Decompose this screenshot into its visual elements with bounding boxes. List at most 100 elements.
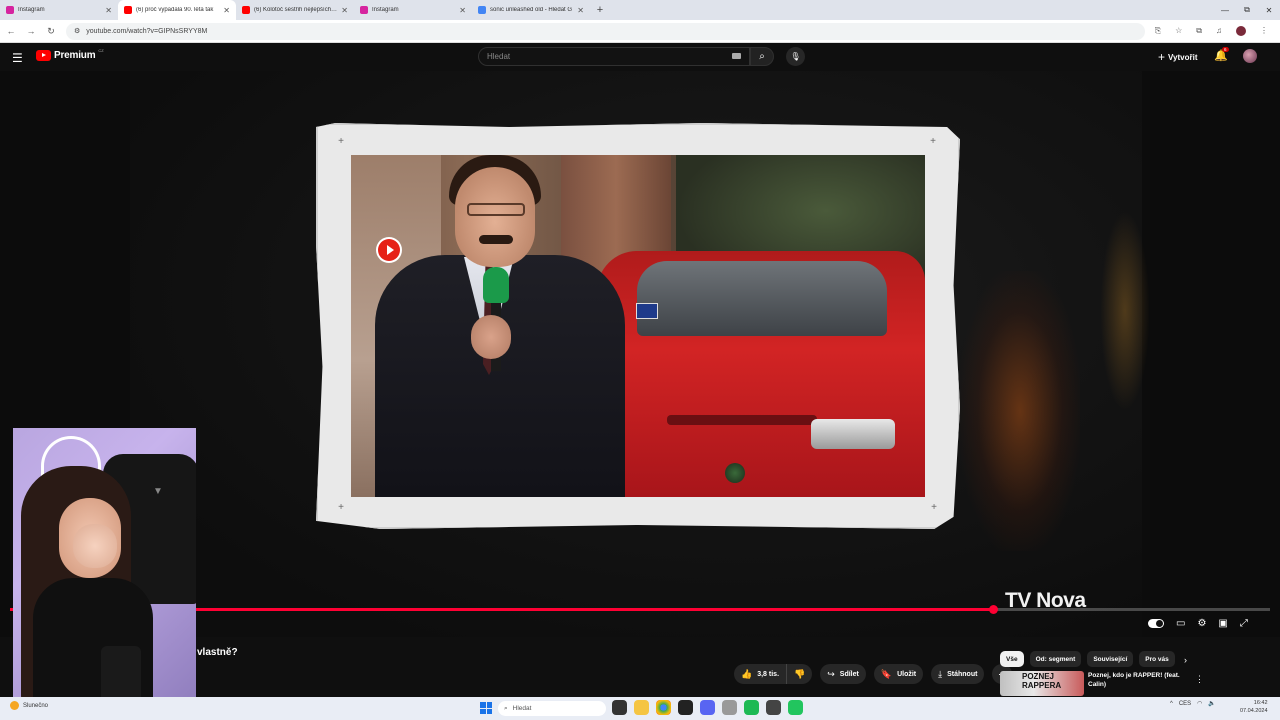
share-button[interactable]: ↪ Sdílet (820, 664, 866, 684)
settings-icon[interactable]: ⚙ (1197, 618, 1206, 629)
chrome-icon[interactable] (656, 700, 671, 715)
theater-mode-icon[interactable]: ▣ (1218, 618, 1227, 629)
reporter-glasses (467, 203, 525, 216)
voice-search-button[interactable]: 🎙 (786, 47, 805, 66)
thumbnail-text: POZNEJ RAPPERA (1022, 672, 1062, 690)
close-window-button[interactable]: ✕ (1258, 6, 1280, 15)
youtube-icon (242, 6, 250, 14)
like-dislike-group: 👍 3,8 tis. 👎 (734, 664, 813, 684)
close-icon[interactable]: ✕ (459, 6, 466, 15)
chair-logo-icon: ▼ (153, 486, 163, 497)
account-avatar[interactable] (1243, 49, 1257, 63)
video-thumbnail[interactable]: POZNEJ RAPPERA (1000, 671, 1084, 696)
discord-icon[interactable] (700, 700, 715, 715)
reload-icon[interactable]: ↻ (46, 26, 56, 37)
instagram-icon (360, 6, 368, 14)
streamer-hand (73, 524, 117, 568)
fire-glow (1100, 211, 1150, 411)
more-menu-icon[interactable]: ⋮ (1260, 26, 1268, 36)
download-button[interactable]: ⤓ Stáhnout (931, 664, 985, 684)
music-icon[interactable] (722, 700, 737, 715)
language-indicator[interactable]: CES (1179, 701, 1191, 707)
like-button[interactable]: 👍 3,8 tis. (734, 664, 788, 684)
close-icon[interactable]: ✕ (223, 6, 230, 15)
volume-icon[interactable]: 🔈 (1208, 700, 1215, 707)
windows-start-icon[interactable] (480, 702, 492, 714)
maximize-button[interactable]: ⧉ (1236, 5, 1258, 15)
chip-all[interactable]: Vše (1000, 651, 1024, 667)
green-microphone (483, 267, 509, 303)
webcam-overlay: ▼ (13, 428, 196, 707)
notification-badge: 6 (1222, 47, 1229, 52)
browser-tab-active[interactable]: (6) proč vypadalа 90. léta tak ✕ (118, 0, 236, 20)
site-info-icon[interactable]: ⚙ (74, 27, 80, 35)
bookmark-icon: 🔖 (880, 668, 893, 679)
player-controls: ▭ ⚙ ▣ ⤢ (1148, 618, 1248, 629)
chip-related[interactable]: Související (1087, 651, 1134, 667)
tab-label: Instagram (18, 7, 45, 13)
window-controls: — ⧉ ✕ (1214, 0, 1280, 20)
forward-icon[interactable]: → (26, 26, 36, 36)
browser-tab[interactable]: sonic unleashed old - Hledat G ✕ (472, 0, 590, 20)
chip-for-you[interactable]: Pro vás (1139, 651, 1175, 667)
browser-tab[interactable]: (6) Kolotoč sestřih nejlepších sc ✕ (236, 0, 354, 20)
sun-icon (10, 701, 19, 710)
close-icon[interactable]: ✕ (105, 6, 112, 15)
bookmark-star-icon[interactable]: ☆ (1175, 26, 1182, 36)
system-tray: ^ CES ◠ 🔈 (1170, 700, 1216, 708)
clock[interactable]: 16:42 07.04.2024 (1240, 699, 1268, 715)
app-green-icon[interactable] (788, 700, 803, 715)
tab-label: (6) proč vypadalа 90. léta tak (136, 7, 214, 13)
chevron-right-icon[interactable]: › (1184, 655, 1187, 665)
chevron-up-icon[interactable]: ^ (1170, 701, 1173, 707)
browser-tab[interactable]: Instagram ✕ (354, 0, 472, 20)
install-icon[interactable]: ⎘ (1155, 26, 1161, 36)
youtube-play-icon (378, 239, 400, 261)
save-label: Uložit (897, 670, 917, 678)
chip-from-channel[interactable]: Od: segment (1029, 651, 1082, 667)
youtube-logo[interactable]: Premium CZ (36, 48, 104, 61)
profile-avatar[interactable] (1236, 26, 1246, 36)
more-vert-icon[interactable]: ⋮ (1195, 674, 1204, 685)
extensions-icon[interactable]: ⧉ (1196, 26, 1202, 36)
new-tab-button[interactable]: + (590, 4, 610, 16)
fullscreen-icon[interactable]: ⤢ (1240, 618, 1248, 629)
wifi-icon[interactable]: ◠ (1197, 700, 1202, 707)
eu-flag-sticker (636, 303, 658, 319)
create-button[interactable]: + Vytvořit (1158, 50, 1198, 64)
minimize-button[interactable]: — (1214, 6, 1236, 15)
save-button[interactable]: 🔖 Uložit (873, 664, 924, 684)
app-icon[interactable] (678, 700, 693, 715)
back-icon[interactable]: ← (6, 26, 16, 36)
progress-bar[interactable] (10, 605, 1270, 614)
subtitles-icon[interactable]: ▭ (1176, 618, 1185, 629)
thumbs-down-icon: 👎 (794, 668, 806, 679)
close-icon[interactable]: ✕ (577, 6, 584, 15)
task-view-icon[interactable] (612, 700, 627, 715)
search-placeholder: Hledat (487, 52, 511, 61)
media-icon[interactable]: ♫ (1216, 26, 1222, 36)
browser-toolbar: ⎘ ☆ ⧉ ♫ ⋮ (1155, 26, 1274, 36)
country-code: CZ (98, 48, 104, 53)
filter-chips: Vše Od: segment Související Pro vás (1000, 651, 1175, 667)
hamburger-menu-icon[interactable]: ☰ (12, 51, 23, 65)
weather-widget[interactable]: Slunečno (10, 701, 48, 710)
taskbar-search[interactable]: ⌕ Hledat (498, 701, 606, 716)
spotify-icon[interactable] (744, 700, 759, 715)
keyboard-icon[interactable] (732, 53, 741, 59)
search-button[interactable]: ⌕ (750, 47, 774, 66)
autoplay-toggle[interactable] (1148, 619, 1164, 628)
search-input[interactable]: Hledat (478, 47, 750, 66)
google-icon (478, 6, 486, 14)
recommended-video[interactable]: POZNEJ RAPPERA Poznej, kdo je RAPPER! (f… (1000, 671, 1200, 697)
windows-taskbar: Slunečno ⌕ Hledat ^ CES ◠ 🔈 16:42 07.04.… (0, 697, 1280, 720)
close-icon[interactable]: ✕ (341, 6, 348, 15)
browser-tab[interactable]: Instagram ✕ (0, 0, 118, 20)
dislike-button[interactable]: 👎 (787, 664, 813, 684)
url-field[interactable]: ⚙ youtube.com/watch?v=GIPNsSRYY8M (66, 22, 1145, 40)
scrubber-handle[interactable] (988, 605, 998, 614)
recommended-title[interactable]: Poznej, kdo je RAPPER! (feat. Calin) (1088, 671, 1192, 697)
file-explorer-icon[interactable] (634, 700, 649, 715)
clock-time: 16:42 (1253, 700, 1268, 706)
obs-icon[interactable] (766, 700, 781, 715)
